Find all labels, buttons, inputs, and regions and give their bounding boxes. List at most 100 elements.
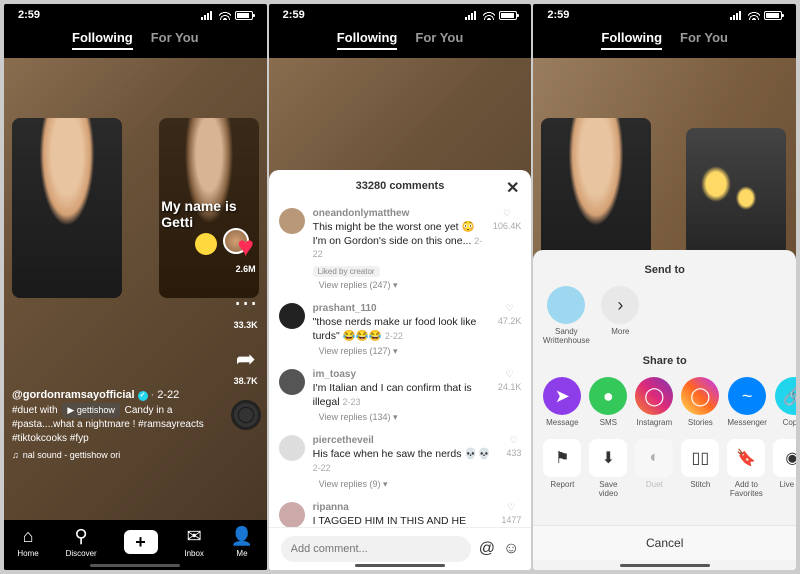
video-feed[interactable]: My name is Getti ♥ 2.6M ⋯ 33.3K ➦ 38.7K … [4, 58, 267, 520]
clock: 2:59 [283, 9, 305, 21]
like-button[interactable]: ♥ 2.6M [231, 232, 261, 274]
tab-foryou[interactable]: For You [151, 30, 199, 50]
share-target[interactable]: ◯Stories [681, 377, 719, 427]
comment-input[interactable] [281, 536, 471, 562]
share-target[interactable]: ~Messenger [727, 377, 767, 427]
comment-like-button[interactable]: ♡1477 [501, 502, 521, 525]
close-comments-button[interactable]: ✕ [506, 178, 519, 198]
emoji-picker-icon[interactable]: ☺ [503, 540, 519, 558]
comment-item[interactable]: im_toasy I'm Italian and I can confirm t… [279, 363, 522, 429]
comment-text: I'm Italian and I can confirm that is il… [313, 382, 490, 409]
comment-item[interactable]: oneandonlymatthew This might be the wors… [279, 202, 522, 297]
profile-icon: 👤 [231, 526, 253, 547]
action-icon: 🔖 [727, 439, 765, 477]
send-target[interactable]: Sandy Writtenhouse [543, 286, 589, 345]
comment-like-button[interactable]: ♡47.2K [498, 303, 522, 326]
comment-like-count: 47.2K [498, 316, 522, 326]
share-action[interactable]: 🔖Add to Favorites [727, 439, 765, 498]
home-icon: ⌂ [23, 526, 34, 547]
video-actions: ♥ 2.6M ⋯ 33.3K ➦ 38.7K [231, 232, 261, 430]
status-icons [465, 11, 517, 20]
comment-like-count: 24.1K [498, 382, 522, 392]
signal-icon [465, 11, 479, 20]
comment-username[interactable]: ripanna [313, 502, 494, 513]
view-replies-button[interactable]: View replies (9) ▾ [319, 479, 499, 490]
tab-foryou[interactable]: For You [680, 30, 728, 50]
share-action[interactable]: ◉Live ph [773, 439, 796, 498]
comment-avatar[interactable] [279, 208, 305, 234]
mention-chip[interactable]: ▶ gettishow [62, 403, 119, 418]
share-target[interactable]: ●SMS [589, 377, 627, 427]
share-action[interactable]: ⬇Save video [589, 439, 627, 498]
tab-following[interactable]: Following [337, 30, 398, 50]
mention-icon[interactable]: @ [479, 540, 495, 558]
comment-like-button[interactable]: ♡433 [506, 435, 521, 458]
wifi-icon [483, 11, 495, 20]
comment-like-button[interactable]: ♡106.4K [493, 208, 522, 231]
clock: 2:59 [18, 9, 40, 21]
nav-home[interactable]: ⌂Home [17, 526, 38, 558]
comment-item[interactable]: prashant_110 "those nerds make ur food l… [279, 297, 522, 363]
heart-outline-icon: ♡ [510, 435, 518, 446]
view-replies-button[interactable]: View replies (127) ▾ [319, 346, 490, 357]
share-action[interactable]: ⚑Report [543, 439, 581, 498]
heart-outline-icon: ♡ [506, 369, 514, 380]
nav-inbox[interactable]: ✉Inbox [184, 526, 204, 558]
comment-text: His face when he saw the nerds 💀💀 2-22 [313, 448, 499, 475]
feed-tabs: Following For You [533, 26, 796, 58]
share-target[interactable]: ➤Message [543, 377, 581, 427]
tab-foryou[interactable]: For You [415, 30, 463, 50]
comment-text: This might be the worst one yet 😳 I'm on… [313, 221, 485, 262]
share-action-label: Live ph [779, 480, 796, 489]
cancel-button[interactable]: Cancel [533, 525, 796, 560]
send-target-label: More [611, 327, 629, 336]
signal-icon [730, 11, 744, 20]
creator-handle[interactable]: @gordonramsayofficial ✓ · 2-22 [12, 388, 207, 403]
comment-like-button[interactable]: ♡ 24.1K [498, 369, 522, 392]
comment-username[interactable]: piercetheveil [313, 435, 499, 446]
comment-username[interactable]: im_toasy [313, 369, 490, 380]
share-action-label: Save video [589, 480, 627, 498]
tab-following[interactable]: Following [601, 30, 662, 50]
comment-item[interactable]: ripanna I TAGGED HIM IN THIS AND HE MADE… [279, 496, 522, 527]
action-icon: ◐ [635, 439, 673, 477]
send-target[interactable]: › More [597, 286, 643, 345]
home-indicator [355, 564, 445, 567]
app-icon: ➤ [543, 377, 581, 415]
comment-avatar[interactable] [279, 502, 305, 527]
share-action-label: Duet [646, 480, 663, 489]
status-bar: 2:59 [269, 4, 532, 26]
plus-icon: + [124, 530, 158, 554]
heart-icon: ♥ [231, 232, 261, 262]
nav-discover[interactable]: ⚲Discover [66, 526, 97, 558]
home-indicator [620, 564, 710, 567]
share-action: ◐ Duet [635, 439, 673, 498]
comment-username[interactable]: oneandonlymatthew [313, 208, 485, 219]
duet-left-person [12, 118, 122, 298]
sound-disc[interactable] [231, 400, 261, 430]
send-target-label: Sandy Writtenhouse [543, 327, 590, 345]
liked-by-creator-badge: Liked by creator [313, 266, 380, 277]
app-icon: ● [589, 377, 627, 415]
home-indicator [90, 564, 180, 567]
nav-create[interactable]: + [124, 530, 158, 554]
view-replies-button[interactable]: View replies (134) ▾ [319, 412, 490, 423]
comment-avatar[interactable] [279, 435, 305, 461]
view-replies-button[interactable]: View replies (247) ▾ [319, 280, 485, 291]
clock: 2:59 [547, 9, 569, 21]
share-action[interactable]: ▯▯Stitch [681, 439, 719, 498]
comment-avatar[interactable] [279, 369, 305, 395]
tab-following[interactable]: Following [72, 30, 133, 50]
share-target[interactable]: ◯Instagram [635, 377, 673, 427]
music-info[interactable]: ♫ nal sound - gettishow ori [12, 449, 207, 462]
share-target[interactable]: 🔗Copy l [775, 377, 796, 427]
share-button[interactable]: ➦ 38.7K [231, 344, 261, 386]
comment-avatar[interactable] [279, 303, 305, 329]
comments-list[interactable]: oneandonlymatthew This might be the wors… [269, 202, 532, 527]
comment-username[interactable]: prashant_110 [313, 303, 490, 314]
more-icon: › [601, 286, 639, 324]
comment-button[interactable]: ⋯ 33.3K [231, 288, 261, 330]
signal-icon [201, 11, 215, 20]
comment-item[interactable]: piercetheveil His face when he saw the n… [279, 429, 522, 495]
nav-me[interactable]: 👤Me [231, 526, 253, 558]
